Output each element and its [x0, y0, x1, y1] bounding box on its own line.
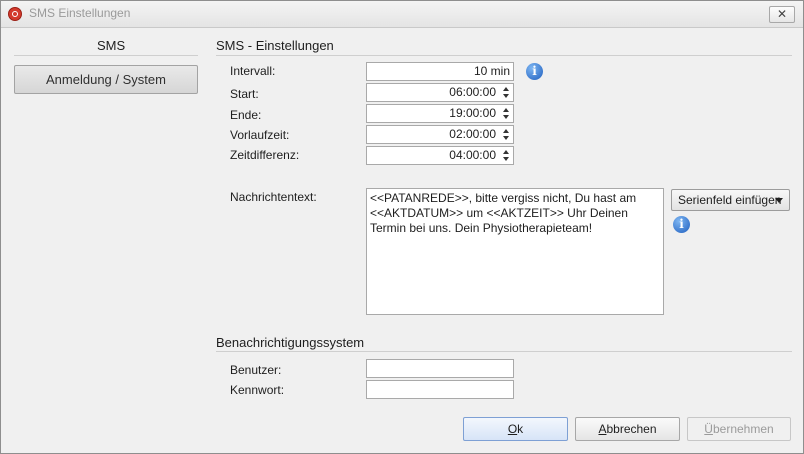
- lead-time-spinner[interactable]: [500, 127, 512, 142]
- close-icon: ✕: [776, 7, 788, 21]
- apply-mnemonic: Ü: [704, 422, 713, 436]
- sms-settings-divider: [216, 55, 792, 56]
- window-title: SMS Einstellungen: [29, 6, 131, 20]
- password-input[interactable]: [366, 380, 514, 399]
- spin-up-icon[interactable]: [503, 129, 509, 133]
- spin-down-icon[interactable]: [503, 157, 509, 161]
- notification-heading: Benachrichtigungssystem: [216, 335, 365, 350]
- lead-time-input[interactable]: 02:00:00: [366, 125, 514, 144]
- notification-divider: [216, 351, 792, 352]
- start-time-spinner[interactable]: [500, 85, 512, 100]
- message-textarea[interactable]: <<PATANREDE>>, bitte vergiss nicht, Du h…: [366, 188, 664, 315]
- spin-up-icon[interactable]: [503, 150, 509, 154]
- interval-input[interactable]: 10 min: [366, 62, 514, 81]
- time-offset-label: Zeitdifferenz:: [230, 148, 300, 162]
- settings-dialog: SMS Einstellungen ✕ SMS Anmeldung / Syst…: [0, 0, 804, 454]
- insert-field-label: Serienfeld einfügen: [678, 193, 782, 207]
- end-label: Ende:: [230, 108, 262, 122]
- spin-down-icon[interactable]: [503, 115, 509, 119]
- lead-time-value: 02:00:00: [449, 127, 496, 141]
- password-label: Kennwort:: [230, 383, 285, 397]
- sidebar-heading: SMS: [97, 38, 126, 53]
- spin-up-icon[interactable]: [503, 87, 509, 91]
- user-label: Benutzer:: [230, 363, 282, 377]
- time-offset-value: 04:00:00: [449, 148, 496, 162]
- start-time-input[interactable]: 06:00:00: [366, 83, 514, 102]
- ok-button[interactable]: Ok: [463, 417, 568, 441]
- sms-settings-heading: SMS - Einstellungen: [216, 38, 334, 53]
- spin-down-icon[interactable]: [503, 94, 509, 98]
- ok-label-rest: k: [517, 422, 524, 436]
- apply-button[interactable]: Übernehmen: [687, 417, 791, 441]
- lead-time-label: Vorlaufzeit:: [230, 128, 290, 142]
- cancel-button[interactable]: Abbrechen: [575, 417, 680, 441]
- end-time-value: 19:00:00: [449, 106, 496, 120]
- info-icon[interactable]: i: [673, 216, 690, 233]
- sidebar-item-anmeldung-system[interactable]: Anmeldung / System: [14, 65, 198, 94]
- apply-label-rest: bernehmen: [712, 422, 774, 436]
- close-button[interactable]: ✕: [769, 6, 795, 23]
- insert-field-dropdown[interactable]: Serienfeld einfügen: [671, 189, 790, 211]
- ok-mnemonic: O: [507, 422, 518, 436]
- interval-label: Intervall:: [230, 64, 276, 78]
- start-label: Start:: [230, 87, 259, 101]
- message-label: Nachrichtentext:: [230, 190, 317, 204]
- end-time-spinner[interactable]: [500, 106, 512, 121]
- time-offset-input[interactable]: 04:00:00: [366, 146, 514, 165]
- spin-down-icon[interactable]: [503, 136, 509, 140]
- app-logo-icon: [8, 7, 22, 21]
- user-input[interactable]: [366, 359, 514, 378]
- title-bar[interactable]: SMS Einstellungen ✕: [1, 1, 803, 28]
- sidebar-divider: [14, 55, 198, 56]
- spin-up-icon[interactable]: [503, 108, 509, 112]
- time-offset-spinner[interactable]: [500, 148, 512, 163]
- start-time-value: 06:00:00: [449, 85, 496, 99]
- end-time-input[interactable]: 19:00:00: [366, 104, 514, 123]
- chevron-down-icon: [775, 198, 783, 203]
- info-icon[interactable]: i: [526, 63, 543, 80]
- interval-value: 10 min: [473, 64, 510, 78]
- cancel-label-rest: bbrechen: [606, 422, 657, 436]
